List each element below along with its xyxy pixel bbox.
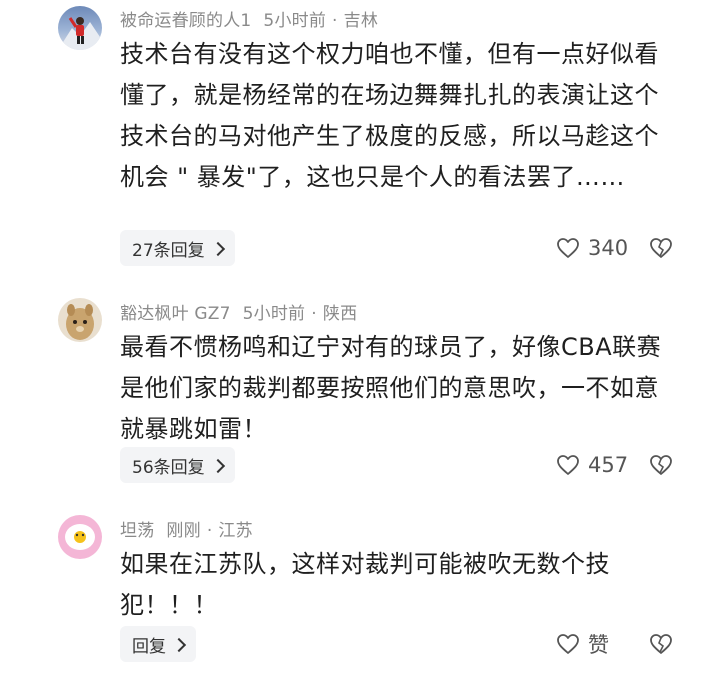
meta-separator: ·	[206, 521, 213, 541]
broken-heart-icon	[650, 634, 672, 654]
mountain-climber-icon	[58, 17, 102, 50]
username[interactable]: 豁达枫叶 GZ7	[120, 304, 231, 324]
meta-separator: ·	[311, 304, 317, 324]
comment-time: 刚刚	[166, 521, 201, 541]
chevron-right-icon	[171, 637, 187, 652]
username[interactable]: 被命运眷顾的人1	[120, 11, 251, 31]
comment-time: 5小时前	[242, 304, 306, 324]
reply-count-label: 27条回复	[132, 240, 205, 261]
chevron-right-icon	[210, 241, 225, 256]
reply-button[interactable]: 回复	[120, 626, 196, 662]
comment-meta: 被命运眷顾的人1 5小时前 · 吉林	[120, 6, 390, 31]
user-avatar[interactable]	[58, 6, 102, 50]
view-replies-button[interactable]: 27条回复	[120, 230, 235, 266]
comment-location: 陕西	[322, 304, 358, 324]
like-button[interactable]: 赞	[556, 629, 609, 659]
like-label: 赞	[588, 633, 609, 657]
comment-location: 江苏	[218, 521, 253, 541]
heart-icon	[557, 455, 579, 475]
like-button[interactable]: 340	[556, 233, 628, 263]
broken-heart-icon	[650, 238, 672, 258]
comment-text: 如果在江苏队，这样对裁判可能被吹无数个技犯！！！	[120, 550, 610, 619]
user-avatar[interactable]	[58, 515, 102, 559]
like-button[interactable]: 457	[556, 450, 628, 480]
chevron-right-icon	[210, 458, 225, 473]
comment-time: 5小时前	[263, 11, 327, 31]
reply-label: 回复	[132, 636, 166, 657]
dislike-button[interactable]	[648, 236, 674, 262]
dislike-button[interactable]	[648, 632, 674, 658]
like-count: 340	[588, 236, 629, 260]
reply-count-label: 56条回复	[132, 457, 205, 478]
dislike-button[interactable]	[648, 453, 674, 479]
meta-separator: ·	[332, 11, 338, 31]
like-count: 457	[588, 453, 629, 477]
fried-egg-icon	[65, 524, 95, 550]
plush-toy-icon	[66, 304, 94, 340]
comment-meta: 豁达枫叶 GZ7 5小时前 · 陕西	[120, 299, 369, 324]
username[interactable]: 坦荡	[120, 521, 154, 541]
comment-meta: 坦荡 刚刚 · 江苏	[120, 516, 265, 541]
comment-location: 吉林	[343, 11, 379, 31]
broken-heart-icon	[650, 455, 672, 475]
heart-icon	[557, 634, 579, 654]
comment-text: 最看不惯杨鸣和辽宁对有的球员了，好像CBA联赛是他们家的裁判都要按照他们的意思吹…	[120, 333, 662, 443]
heart-icon	[557, 238, 579, 258]
comment-text: 技术台有没有这个权力咱也不懂，但有一点好似看懂了，就是杨经常的在场边舞舞扎扎的表…	[120, 40, 659, 191]
user-avatar[interactable]	[58, 298, 102, 342]
view-replies-button[interactable]: 56条回复	[120, 447, 235, 483]
